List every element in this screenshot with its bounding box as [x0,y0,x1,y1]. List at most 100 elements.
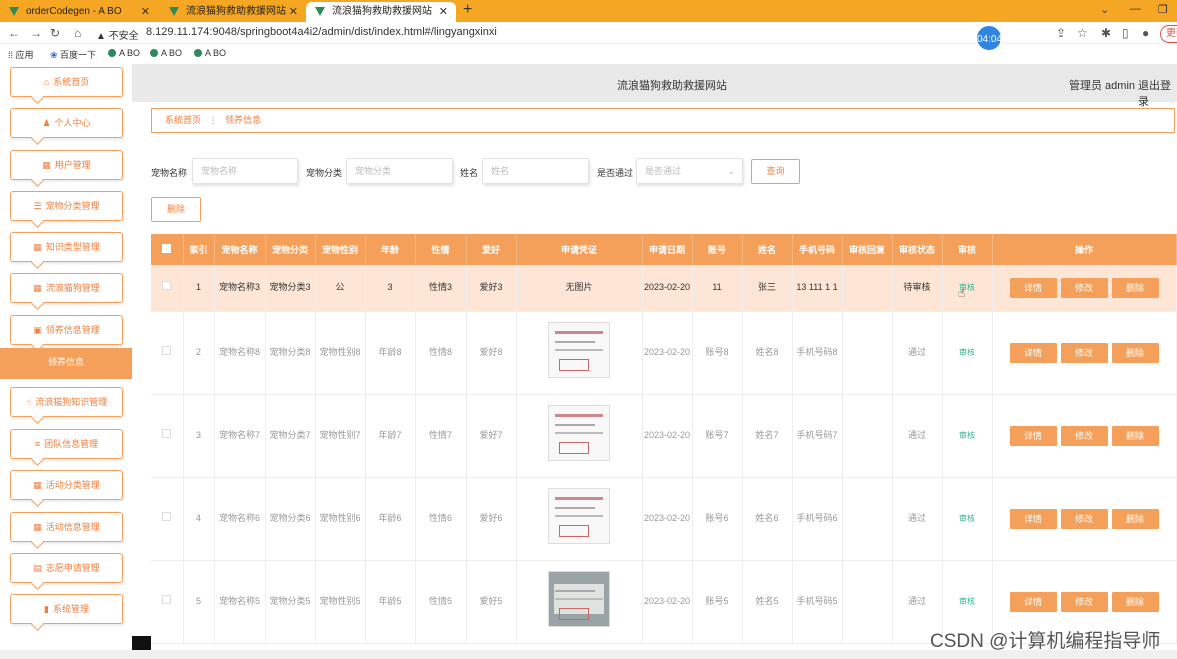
minimize-icon[interactable]: — [1130,3,1141,15]
cell-temper: 性情5 [415,560,467,644]
proof-thumbnail[interactable] [548,488,610,544]
sidebar-item-activity-category[interactable]: ▦ 活动分类管理 [10,470,123,500]
audit-link[interactable]: 审核 [959,514,975,523]
security-warning[interactable]: ▲ 不安全 [96,27,139,42]
table-header-row: 索引 宠物名称 宠物分类 宠物性别 年龄 性情 爱好 申请凭证 申请日期 账号 … [151,234,1177,265]
detail-button[interactable]: 详情 [1009,342,1057,363]
cell-hobby: 爱好3 [466,265,517,312]
new-tab-button[interactable]: + [463,1,472,19]
sidebar-item-stray-pets[interactable]: ▦ 流浪猫狗管理 [10,273,123,303]
column-header: 操作 [992,234,1177,265]
sidepanel-icon[interactable]: ▯ [1122,26,1129,40]
row-select-cell[interactable] [151,311,184,395]
close-icon[interactable]: ✕ [439,2,448,22]
reload-icon[interactable]: ↻ [50,26,60,40]
chevron-down-icon[interactable]: ⌄ [1100,3,1109,16]
cell-proof [516,394,643,478]
delete-button[interactable]: 删除 [1111,277,1159,298]
sidebar-item-profile[interactable]: ♟ 个人中心 [10,108,123,138]
url-text[interactable]: 8.129.11.174:9048/springboot4a4i2/admin/… [146,26,497,38]
row-select-cell[interactable] [151,477,184,561]
maximize-icon[interactable]: ❐ [1158,3,1168,16]
bookmark-baidu[interactable]: ❀ 百度一下 [50,48,96,61]
browser-tab[interactable]: orderCodegen - A BO ✕ [0,2,158,22]
profile-icon[interactable]: ● [1142,26,1149,40]
proof-thumbnail[interactable] [548,322,610,378]
update-button[interactable]: 更新 [1160,25,1177,43]
back-icon[interactable]: ← [8,26,20,40]
row-select-cell[interactable] [151,560,184,644]
proof-thumbnail[interactable] [548,405,610,461]
select-all-checkbox[interactable] [162,244,172,253]
breadcrumb-home[interactable]: 系统首页 [165,115,201,125]
delete-button[interactable]: 删除 [1111,508,1159,529]
bar-chart-icon: ▮ [44,604,49,614]
cell-status: 通过 [892,394,943,478]
cell-proof [516,311,643,395]
proof-thumbnail[interactable] [548,571,610,627]
bookmark-abo[interactable]: A BO [108,48,140,58]
detail-button[interactable]: 详情 [1009,277,1057,298]
detail-button[interactable]: 详情 [1009,425,1057,446]
bookmark-abo[interactable]: A BO [194,48,226,58]
audit-link[interactable]: 审核 [959,431,975,440]
row-checkbox[interactable] [162,512,172,521]
extensions-icon[interactable]: ✱ [1101,26,1111,40]
sidebar-item-pet-knowledge[interactable]: ☝ 流浪猫狗知识管理 [10,387,123,417]
row-select-cell[interactable] [151,394,184,478]
detail-button[interactable]: 详情 [1009,508,1057,529]
edit-button[interactable]: 修改 [1060,591,1108,612]
row-checkbox[interactable] [162,346,172,355]
detail-button[interactable]: 详情 [1009,591,1057,612]
sidebar-item-label: 系统管理 [52,604,89,614]
audit-link[interactable]: 审核 [959,348,975,357]
row-select-cell[interactable] [151,265,184,312]
sidebar-item-adoption-mgmt[interactable]: ▣ 领养信息管理 [10,315,123,345]
name-input[interactable]: 姓名 [482,158,589,184]
grid-icon: ▦ [33,242,42,252]
cell-reply [842,394,893,478]
sidebar-item-users[interactable]: ▦ 用户管理 [10,150,123,180]
delete-selected-button[interactable]: 删除 [151,197,201,222]
sidebar-item-label: 活动分类管理 [45,480,100,490]
delete-button[interactable]: 删除 [1111,425,1159,446]
share-icon[interactable]: ⇪ [1056,26,1066,40]
edit-button[interactable]: 修改 [1060,342,1108,363]
pet-category-input[interactable]: 宠物分类 [346,158,453,184]
bookmark-abo[interactable]: A BO [150,48,182,58]
pet-name-input[interactable]: 宠物名称 [192,158,298,184]
cell-date: 2023-02-20 [642,265,693,312]
delete-button[interactable]: 删除 [1111,342,1159,363]
sidebar-item-knowledge-type[interactable]: ▦ 知识类型管理 [10,232,123,262]
logout-link[interactable]: 退出登录 [1138,77,1177,109]
sidebar-item-team[interactable]: ≡ 团队信息管理 [10,429,123,459]
home-icon[interactable]: ⌂ [74,26,81,40]
browser-tab-active[interactable]: 流浪猫狗救助救援网站 ✕ [306,2,456,22]
close-icon[interactable]: ✕ [141,2,150,22]
sidebar-item-volunteer[interactable]: ▤ 志愿申请管理 [10,553,123,583]
audit-link[interactable]: 审核 [959,597,975,606]
sidebar-item-label: 流浪猫狗管理 [45,283,100,293]
sidebar-subitem-adoption-info[interactable]: 领养信息 [0,348,132,379]
close-icon[interactable]: ✕ [289,2,298,22]
browser-tab[interactable]: 流浪猫狗救助救援网站 ✕ [160,2,306,22]
delete-button[interactable]: 删除 [1111,591,1159,612]
query-button[interactable]: 查询 [751,159,800,184]
row-checkbox[interactable] [162,595,172,604]
approved-select[interactable]: 是否通过 ⌄ [636,158,743,184]
cell-proof: 无图片 [516,265,643,312]
sidebar-item-activity-info[interactable]: ▦ 活动信息管理 [10,512,123,542]
column-header: 审核回复 [842,234,893,265]
row-checkbox[interactable] [162,429,172,438]
sidebar-item-pet-category[interactable]: ☰ 宠物分类管理 [10,191,123,221]
bookmark-apps[interactable]: ⁞⁞ 应用 [8,48,34,61]
sidebar-item-system[interactable]: ▮ 系统管理 [10,594,123,624]
row-checkbox[interactable] [162,281,172,291]
sidebar-item-home[interactable]: ⌂ 系统首页 [10,67,123,97]
edit-button[interactable]: 修改 [1060,277,1108,298]
star-icon[interactable]: ☆ [1077,26,1088,40]
forward-icon[interactable]: → [30,26,42,40]
edit-button[interactable]: 修改 [1060,508,1108,529]
edit-button[interactable]: 修改 [1060,425,1108,446]
select-all-cell[interactable] [151,234,184,265]
